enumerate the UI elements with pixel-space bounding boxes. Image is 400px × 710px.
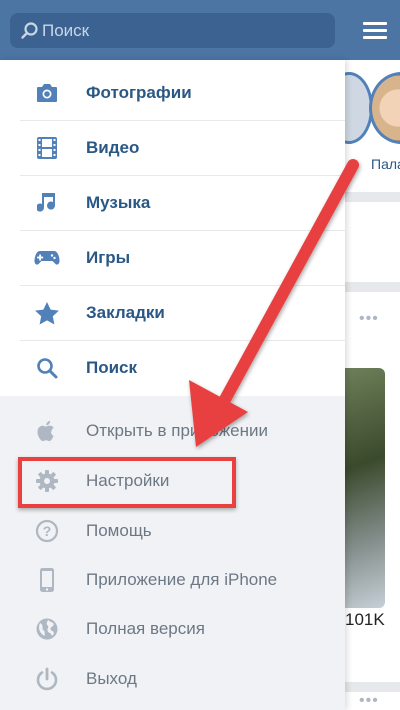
search-input[interactable] bbox=[42, 13, 327, 48]
menu-item-iphone-app[interactable]: Приложение для iPhone bbox=[0, 552, 345, 607]
feed-card: ••• bbox=[345, 692, 400, 710]
menu-item-music[interactable]: Музыка bbox=[0, 175, 345, 230]
menu-item-label: Закладки bbox=[86, 302, 165, 322]
menu-item-video[interactable]: Видео bbox=[0, 120, 345, 175]
more-icon[interactable]: ••• bbox=[359, 692, 379, 710]
apple-icon bbox=[34, 418, 60, 444]
stories-row: Пала bbox=[345, 60, 400, 192]
menu-item-full-version[interactable]: Полная версия bbox=[0, 601, 345, 656]
menu-item-label: Фотографии bbox=[86, 82, 192, 102]
views-count: 101K bbox=[345, 610, 385, 629]
menu-item-label: Открыть в приложении bbox=[86, 420, 268, 440]
menu-item-label: Полная версия bbox=[86, 618, 205, 638]
news-feed-background: Пала ••• 101K ••• bbox=[345, 60, 400, 710]
menu-item-label: Приложение для iPhone bbox=[86, 569, 278, 589]
side-menu: Фотографии Видео Музыка Игры Закладки По… bbox=[0, 60, 345, 710]
search-icon bbox=[34, 355, 60, 381]
music-note-icon bbox=[34, 190, 60, 216]
menu-item-games[interactable]: Игры bbox=[0, 230, 345, 285]
film-icon bbox=[34, 135, 60, 161]
globe-icon bbox=[34, 616, 60, 642]
feed-card bbox=[345, 202, 400, 282]
story-avatar[interactable] bbox=[369, 72, 400, 144]
more-icon[interactable]: ••• bbox=[359, 310, 379, 328]
menu-item-help[interactable]: ? Помощь bbox=[0, 503, 345, 558]
camera-icon bbox=[34, 80, 60, 106]
menu-item-label: Выход bbox=[86, 668, 137, 688]
svg-text:?: ? bbox=[43, 523, 52, 539]
gamepad-icon bbox=[34, 245, 60, 271]
menu-icon[interactable] bbox=[363, 22, 387, 40]
menu-item-label: Музыка bbox=[86, 192, 151, 212]
post-photo[interactable] bbox=[345, 368, 385, 608]
top-bar bbox=[0, 0, 400, 60]
menu-item-bookmarks[interactable]: Закладки bbox=[0, 285, 345, 340]
menu-item-label: Помощь bbox=[86, 520, 152, 540]
settings-highlight-box bbox=[18, 457, 236, 508]
phone-icon bbox=[34, 567, 60, 593]
story-name: Пала bbox=[371, 156, 400, 172]
search-bar[interactable] bbox=[10, 13, 335, 48]
menu-item-label: Игры bbox=[86, 247, 131, 267]
help-icon: ? bbox=[34, 518, 60, 544]
star-icon bbox=[34, 300, 60, 326]
menu-item-label: Видео bbox=[86, 137, 140, 157]
menu-item-logout[interactable]: Выход bbox=[0, 651, 345, 706]
menu-item-open-in-app[interactable]: Открыть в приложении bbox=[0, 403, 345, 458]
menu-item-label: Поиск bbox=[86, 357, 138, 377]
search-icon bbox=[21, 22, 38, 39]
menu-item-photos[interactable]: Фотографии bbox=[0, 65, 345, 120]
menu-item-search[interactable]: Поиск bbox=[0, 340, 345, 395]
power-icon bbox=[34, 666, 60, 692]
